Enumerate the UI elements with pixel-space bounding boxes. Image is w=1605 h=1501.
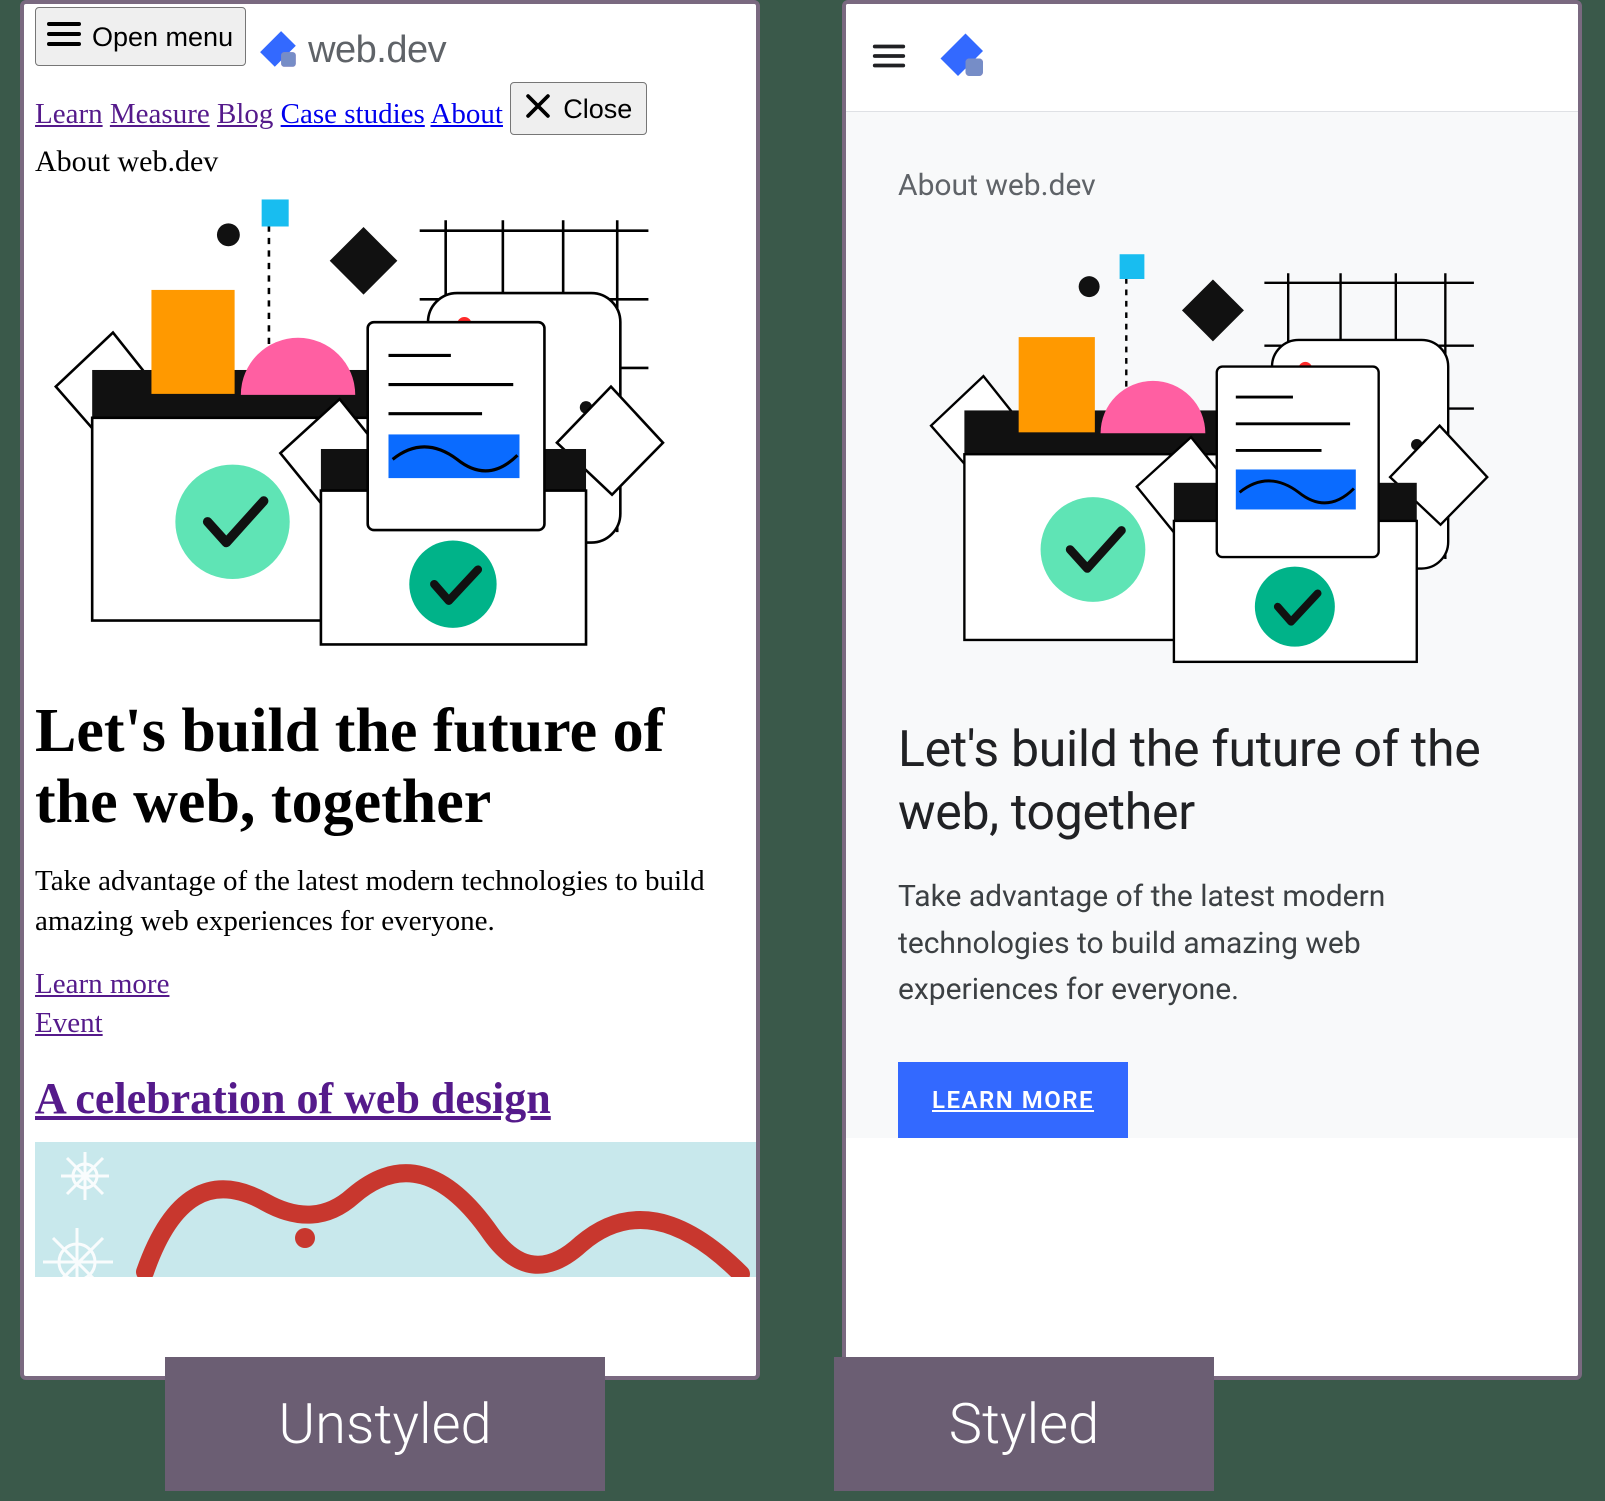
unstyled-screenshot: Open menu web.dev Learn Measure Blog Cas… bbox=[20, 0, 760, 1380]
nav-learn[interactable]: Learn bbox=[35, 98, 103, 130]
eyebrow: About web.dev bbox=[898, 168, 1526, 203]
caption-styled: Styled bbox=[834, 1357, 1214, 1491]
event-link[interactable]: Event bbox=[35, 1007, 103, 1039]
caption-unstyled: Unstyled bbox=[165, 1357, 605, 1491]
hero-illustration bbox=[35, 183, 745, 668]
headline: Let's build the future of the web, toget… bbox=[35, 696, 745, 839]
banner-image bbox=[35, 1142, 745, 1282]
hamburger-button[interactable] bbox=[870, 37, 908, 79]
headline: Let's build the future of the web, toget… bbox=[898, 719, 1526, 844]
section-heading-link[interactable]: A celebration of web design bbox=[35, 1074, 551, 1123]
close-icon bbox=[521, 89, 555, 130]
nav-case-studies[interactable]: Case studies bbox=[281, 98, 425, 130]
learn-more-link[interactable]: Learn more bbox=[35, 968, 169, 1000]
subheading: Take advantage of the latest modern tech… bbox=[898, 874, 1526, 1014]
hamburger-icon bbox=[44, 14, 84, 61]
close-label: Close bbox=[563, 94, 632, 125]
webdev-logo[interactable] bbox=[938, 31, 988, 85]
open-menu-button[interactable]: Open menu bbox=[35, 7, 246, 66]
learn-more-button[interactable]: LEARN MORE bbox=[898, 1062, 1128, 1138]
section-heading: A celebration of web design bbox=[35, 1073, 745, 1124]
app-header bbox=[846, 4, 1578, 112]
nav-blog[interactable]: Blog bbox=[217, 98, 273, 130]
nav-links: Learn Measure Blog Case studies About Cl… bbox=[35, 82, 745, 135]
brand-text: web.dev bbox=[308, 29, 446, 72]
nav-measure[interactable]: Measure bbox=[110, 98, 210, 130]
nav-about[interactable]: About bbox=[430, 98, 503, 130]
subheading: Take advantage of the latest modern tech… bbox=[35, 862, 745, 940]
webdev-logo: web.dev bbox=[258, 29, 446, 72]
open-menu-label: Open menu bbox=[92, 22, 233, 53]
hero-illustration bbox=[898, 239, 1526, 679]
close-menu-button[interactable]: Close bbox=[510, 82, 647, 135]
eyebrow: About web.dev bbox=[35, 145, 745, 179]
styled-screenshot: About web.dev Let's build the future of … bbox=[842, 0, 1582, 1380]
